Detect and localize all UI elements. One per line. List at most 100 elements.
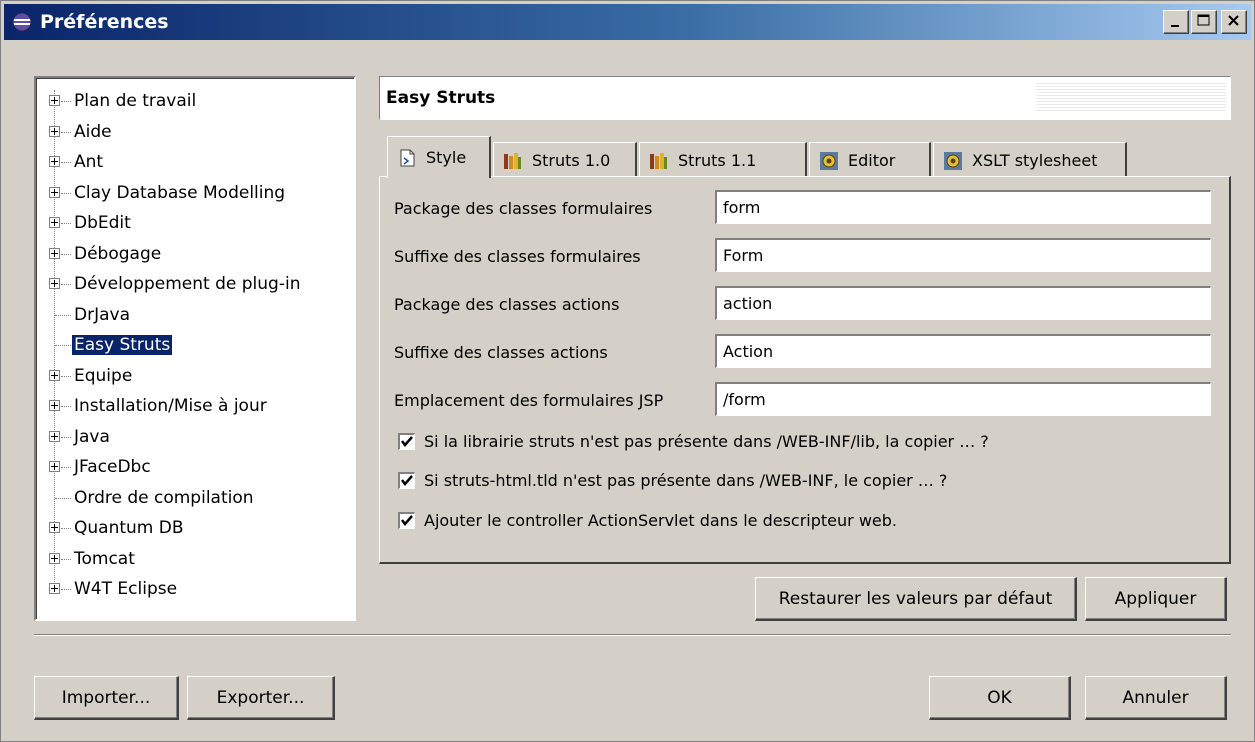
books-icon — [502, 150, 524, 172]
tree-item[interactable]: Ant — [36, 147, 354, 177]
tab-label: Editor — [848, 151, 896, 170]
tree-connector — [61, 589, 71, 590]
tree-item-label: DrJava — [74, 304, 130, 325]
restore-defaults-button[interactable]: Restaurer les valeurs par défaut — [755, 577, 1077, 621]
tree-item[interactable]: DrJava — [36, 300, 354, 330]
tab-label: Struts 1.0 — [532, 151, 611, 170]
field-label: Suffixe des classes actions — [394, 343, 608, 362]
expand-icon[interactable] — [49, 522, 60, 533]
window-title: Préférences — [40, 11, 169, 33]
tree-item[interactable]: Tomcat — [36, 544, 354, 574]
form-package-input[interactable] — [715, 190, 1211, 224]
maximize-button[interactable] — [1191, 10, 1217, 34]
tree-item[interactable]: Easy Struts — [36, 330, 354, 360]
expand-icon[interactable] — [49, 430, 60, 442]
tree-item[interactable]: DbEdit — [36, 208, 354, 238]
expand-icon[interactable] — [49, 552, 60, 564]
tree-connector — [61, 467, 71, 468]
export-button[interactable]: Exporter... — [187, 676, 335, 720]
copy-struts-html-tld-checkbox[interactable]: Si struts-html.tld n'est pas présente da… — [398, 471, 947, 490]
checkmark-icon — [401, 436, 413, 447]
tree-item-label: Plan de travail — [74, 91, 197, 111]
tree-item[interactable]: Installation/Mise à jour — [36, 391, 354, 421]
tree-connector — [61, 528, 71, 529]
expand-icon[interactable] — [49, 95, 60, 106]
preferences-tree[interactable]: Plan de travail Aide Ant Clay Database Mode… — [34, 76, 356, 621]
tree-connector — [55, 497, 71, 499]
tree-item-label: Développement de plug-in — [74, 274, 301, 294]
tree-connector — [61, 375, 71, 377]
add-action-servlet-checkbox[interactable]: Ajouter le controller ActionServlet dans… — [398, 511, 897, 530]
expand-icon[interactable] — [49, 247, 60, 259]
tree-connector — [61, 558, 71, 560]
expand-icon[interactable] — [49, 583, 60, 594]
import-button[interactable]: Importer... — [34, 676, 179, 720]
tree-item[interactable]: W4T Eclipse — [36, 574, 354, 604]
tree-item[interactable]: Développement de plug-in — [36, 269, 354, 299]
tab-struts-1-1[interactable]: Struts 1.1 — [639, 142, 807, 178]
tab-xslt-stylesheet[interactable]: XSLT stylesheet — [933, 142, 1127, 178]
tree-item-label: Java — [74, 426, 110, 447]
tab-style[interactable]: Style — [387, 136, 491, 178]
tab-content-style: Package des classes formulaires Suffixe … — [379, 176, 1231, 564]
jsp-location-input[interactable] — [715, 382, 1211, 416]
tree-item[interactable]: Débogage — [36, 239, 354, 269]
tree-connector — [61, 162, 71, 163]
expand-icon[interactable] — [49, 400, 60, 411]
checkmark-icon — [401, 515, 413, 526]
separator — [34, 634, 1231, 636]
expand-icon[interactable] — [49, 125, 60, 137]
minimize-button[interactable] — [1163, 10, 1189, 34]
tree-connector — [61, 101, 71, 102]
close-button[interactable] — [1221, 10, 1247, 34]
tree-item-label: Quantum DB — [74, 518, 184, 538]
expand-icon[interactable] — [49, 369, 60, 381]
tree-item-label: Aide — [74, 121, 112, 142]
expand-icon[interactable] — [49, 461, 60, 472]
tab-label: Struts 1.1 — [678, 151, 757, 170]
expand-icon[interactable] — [49, 217, 60, 228]
tree-item[interactable]: Ordre de compilation — [36, 483, 354, 513]
tree-item[interactable]: Aide — [36, 117, 354, 147]
tree-item-label: Installation/Mise à jour — [74, 396, 267, 416]
checkbox[interactable] — [398, 433, 415, 450]
tab-editor[interactable]: Editor — [809, 142, 931, 178]
tree-connector — [61, 192, 71, 194]
tree-connector — [61, 284, 71, 285]
field-label: Package des classes formulaires — [394, 199, 653, 218]
expand-icon[interactable] — [49, 186, 60, 198]
tree-item-label: JFaceDbc — [74, 457, 151, 477]
action-package-input[interactable] — [715, 286, 1211, 320]
tree-item-label: Ordre de compilation — [74, 487, 254, 508]
action-suffix-input[interactable] — [715, 334, 1211, 368]
checkmark-icon — [401, 475, 413, 486]
copy-struts-lib-checkbox[interactable]: Si la librairie struts n'est pas présent… — [398, 432, 989, 451]
tree-item-label: Equipe — [74, 365, 133, 386]
ok-button[interactable]: OK — [929, 676, 1071, 720]
tab-struts-1-0[interactable]: Struts 1.0 — [493, 142, 637, 178]
preferences-window: Préférences Plan de travail Aide Ant Cla… — [0, 0, 1255, 742]
page-icon — [396, 147, 418, 169]
cancel-button[interactable]: Annuler — [1085, 676, 1227, 720]
tree-item[interactable]: Equipe — [36, 361, 354, 391]
checkbox[interactable] — [398, 472, 415, 489]
form-suffix-input[interactable] — [715, 238, 1211, 272]
expand-icon[interactable] — [49, 278, 60, 289]
header-decoration — [1036, 83, 1226, 113]
tree-item[interactable]: Quantum DB — [36, 513, 354, 543]
tree-connector — [61, 131, 71, 133]
checkbox-label: Si la librairie struts n'est pas présent… — [424, 432, 989, 451]
checkbox-label: Si struts-html.tld n'est pas présente da… — [424, 471, 948, 490]
field-label: Emplacement des formulaires JSP — [394, 391, 664, 410]
tree-connector — [61, 436, 71, 438]
apply-button[interactable]: Appliquer — [1085, 577, 1227, 621]
checkbox[interactable] — [398, 512, 415, 529]
tree-item[interactable]: Plan de travail — [36, 86, 354, 116]
tree-item[interactable]: JFaceDbc — [36, 452, 354, 482]
tree-connector — [55, 345, 71, 346]
expand-icon[interactable] — [49, 156, 60, 167]
tree-connector — [61, 253, 71, 255]
title-bar[interactable]: Préférences — [4, 4, 1251, 40]
tree-item[interactable]: Clay Database Modelling — [36, 178, 354, 208]
tree-item[interactable]: Java — [36, 422, 354, 452]
